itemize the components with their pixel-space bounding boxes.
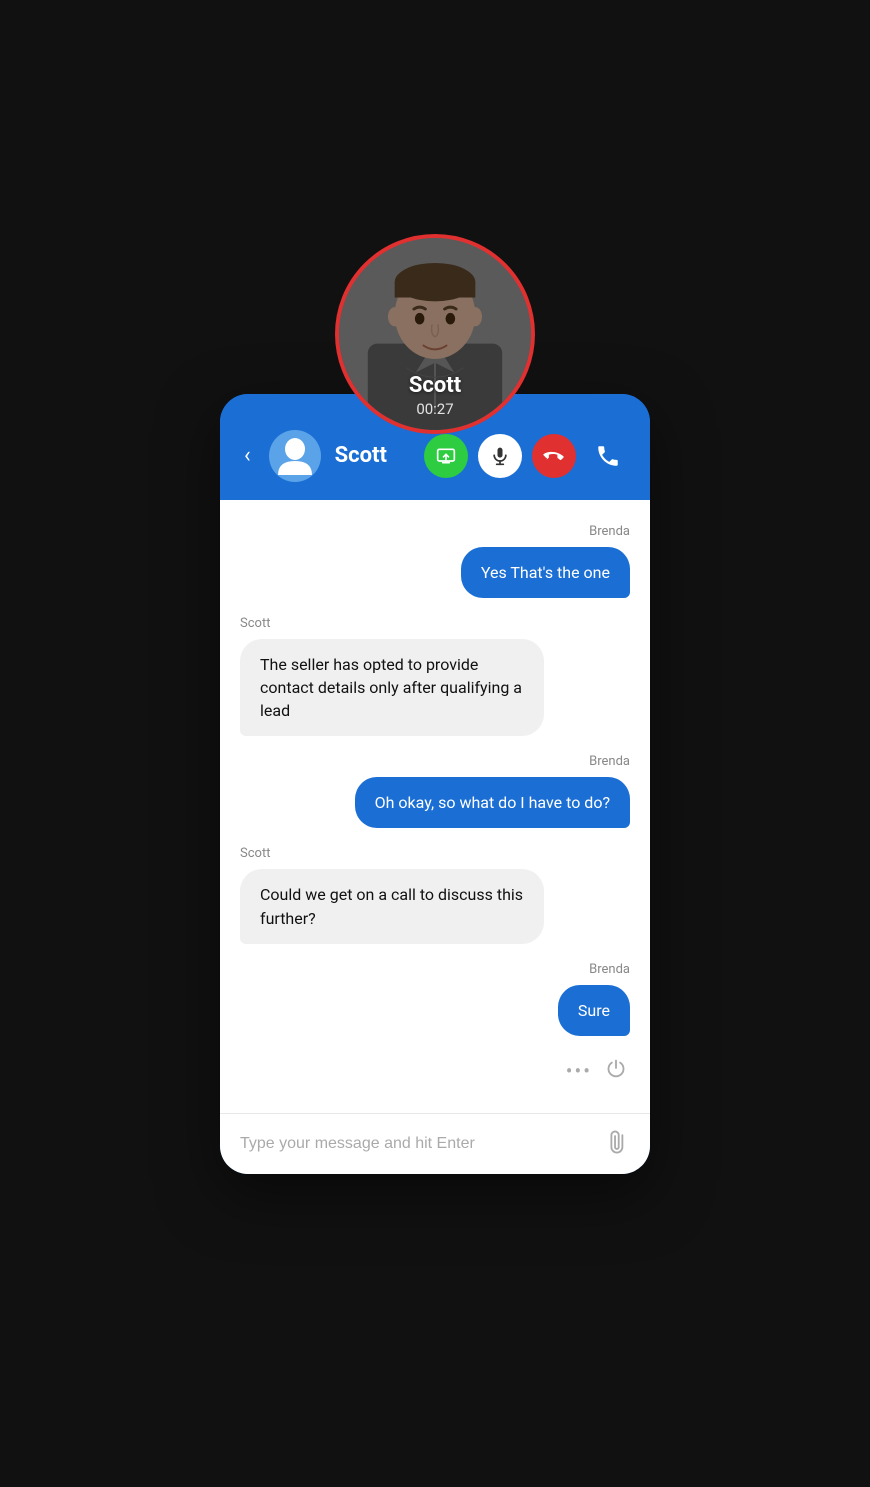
sender-label: Scott [240,616,270,631]
message-group: Brenda Yes That's the one [240,524,630,598]
message-group: Brenda Oh okay, so what do I have to do? [240,754,630,828]
sender-label: Brenda [589,962,630,977]
message-bubble: Could we get on a call to discuss this f… [240,869,544,943]
screen-share-button[interactable] [424,434,468,478]
messages-area: Brenda Yes That's the one Scott The sell… [220,500,650,1113]
contact-avatar [269,430,321,482]
message-input[interactable] [240,1135,596,1153]
back-button[interactable]: ‹ [240,439,255,472]
call-controls [424,434,630,478]
chat-panel: ‹ Scott [220,394,650,1174]
call-info: Scott 00:27 [409,373,461,418]
contact-name: Scott [335,443,410,468]
message-group: Brenda Sure [240,962,630,1036]
sender-label: Scott [240,846,270,861]
action-dots-row: ••• [240,1058,630,1083]
power-icon[interactable] [606,1058,626,1083]
call-timer: 00:27 [409,400,461,418]
mute-button[interactable] [478,434,522,478]
message-bubble: Yes That's the one [461,547,630,598]
input-area [220,1113,650,1174]
message-bubble: Sure [558,985,630,1036]
caller-name: Scott [409,373,461,398]
sender-label: Brenda [589,524,630,539]
sender-label: Brenda [589,754,630,769]
end-call-button[interactable] [532,434,576,478]
phone-button[interactable] [586,434,630,478]
attach-button[interactable] [601,1126,636,1161]
message-group: Scott The seller has opted to provide co… [240,616,630,737]
message-bubble: The seller has opted to provide contact … [240,639,544,737]
message-group: Scott Could we get on a call to discuss … [240,846,630,943]
more-options-icon[interactable]: ••• [566,1059,592,1083]
message-bubble: Oh okay, so what do I have to do? [355,777,630,828]
call-circle: Scott 00:27 [335,234,535,434]
app-container: Scott 00:27 ‹ Scott [220,314,650,1174]
